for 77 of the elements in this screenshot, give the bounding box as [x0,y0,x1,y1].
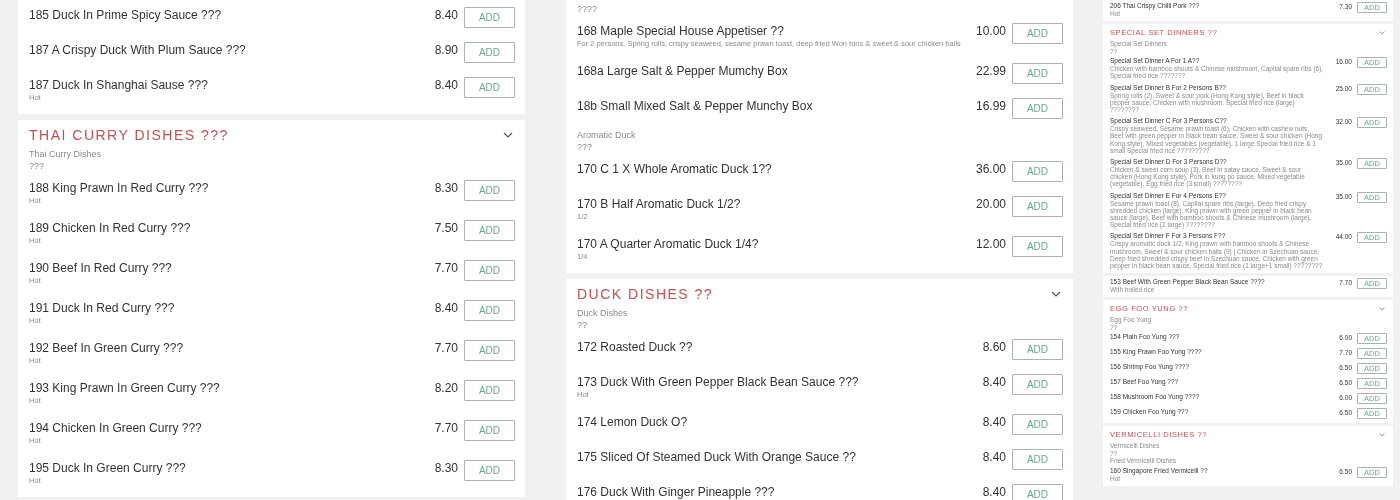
add-button[interactable]: ADD [464,340,515,361]
dish-name: 195 Duck In Green Curry ??? [29,460,187,476]
dish-price: 16.99 [974,98,1007,114]
dish-name: 188 King Prawn In Red Curry ??? [29,180,210,196]
section-title: DUCK DISHES ?? [577,286,714,302]
dish-price: 8.60 [981,339,1007,355]
dish-name: 192 Beef In Green Curry ??? [29,340,185,356]
dish-name: 170 C 1 X Whole Aromatic Duck 1?? [577,161,773,177]
dish-name: 193 King Prawn In Green Curry ??? [29,380,221,396]
dish-price: 8.40 [433,7,459,23]
dish-name: 175 Sliced Of Steamed Duck With Orange Sauce ?? [577,449,857,465]
section-note: Aromatic Duck [577,129,637,141]
dish-price: 8.30 [433,460,459,476]
dish-name: 187 Duck In Shanghai Sause ??? [29,77,209,93]
add-button[interactable]: ADD [1012,23,1063,44]
chevron-down-icon[interactable] [1051,290,1061,298]
section-title: THAI CURRY DISHES ??? [29,127,229,143]
dish-name: 168 Maple Special House Appetiser ?? [577,23,785,39]
dish-name: 170 B Half Aromatic Duck 1/2? [577,196,742,212]
dish-name: 168a Large Salt & Pepper Mumchy Box [577,63,789,79]
add-button[interactable]: ADD [1012,63,1063,84]
add-button[interactable]: ADD [464,460,515,481]
dish-name: 172 Roasted Duck ?? [577,339,694,355]
dish-price: 7.70 [433,260,459,276]
chevron-down-icon[interactable] [503,131,513,139]
dish-price: 7.70 [433,340,459,356]
dish-name: 185 Duck In Prime Spicy Sauce ??? [29,7,223,23]
add-button[interactable]: ADD [464,220,515,241]
add-button[interactable]: ADD [464,180,515,201]
add-button[interactable]: ADD [1012,161,1063,182]
dish-price: 8.40 [981,374,1007,390]
section-note: ??? [577,141,594,153]
section-note: Thai Curry Dishes [29,148,103,160]
section-note: ?? [577,319,588,331]
add-button[interactable]: ADD [464,300,515,321]
add-button[interactable]: ADD [464,42,515,63]
section-note: Duck Dishes [577,307,629,319]
dish-name: 190 Beef In Red Curry ??? [29,260,173,276]
dish-name: 176 Duck With Ginger Pineapple ??? [577,484,776,500]
add-button[interactable]: ADD [464,77,515,98]
dish-price: 8.40 [981,449,1007,465]
dish-name: 194 Chicken In Green Curry ??? [29,420,203,436]
dish-price: 8.40 [981,414,1007,430]
dish-price: 8.40 [433,77,459,93]
add-button[interactable]: ADD [464,260,515,281]
section-note: ???? [577,3,599,15]
add-button[interactable]: ADD [1012,484,1063,500]
dish-name: 18b Small Mixed Salt & Pepper Munchy Box [577,98,814,114]
dish-price: 36.00 [974,161,1007,177]
section-note: ??? [29,160,46,172]
dish-price: 20.00 [974,196,1007,212]
dish-name: 191 Duck In Red Curry ??? [29,300,176,316]
dish-price: 8.20 [433,380,459,396]
add-button[interactable]: ADD [1012,374,1063,395]
add-button[interactable]: ADD [1012,414,1063,435]
dish-name: 174 Lemon Duck O? [577,414,689,430]
dish-name: 173 Duck With Green Pepper Black Bean Sauce ??? [577,374,860,390]
dish-price: 10.00 [974,23,1007,39]
dish-price: 7.50 [433,220,459,236]
add-button[interactable]: ADD [464,7,515,28]
add-button[interactable]: ADD [1012,196,1063,217]
dish-price: 8.40 [433,300,459,316]
dish-price: 8.90 [433,42,459,58]
dish-name: 170 A Quarter Aromatic Duck 1/4? [577,236,760,252]
dish-price: 8.30 [433,180,459,196]
add-button[interactable]: ADD [1012,339,1063,360]
dish-price: 22.99 [974,63,1007,79]
add-button[interactable]: ADD [1012,449,1063,470]
add-button[interactable]: ADD [1012,236,1063,257]
add-button[interactable]: ADD [1012,98,1063,119]
dish-name: 189 Chicken In Red Curry ??? [29,220,192,236]
dish-name: 187 A Crispy Duck With Plum Sauce ??? [29,42,247,58]
add-button[interactable]: ADD [464,380,515,401]
dish-price: 12.00 [974,236,1007,252]
dish-price: 7.70 [433,420,459,436]
dish-price: 8.40 [981,484,1007,500]
add-button[interactable]: ADD [464,420,515,441]
